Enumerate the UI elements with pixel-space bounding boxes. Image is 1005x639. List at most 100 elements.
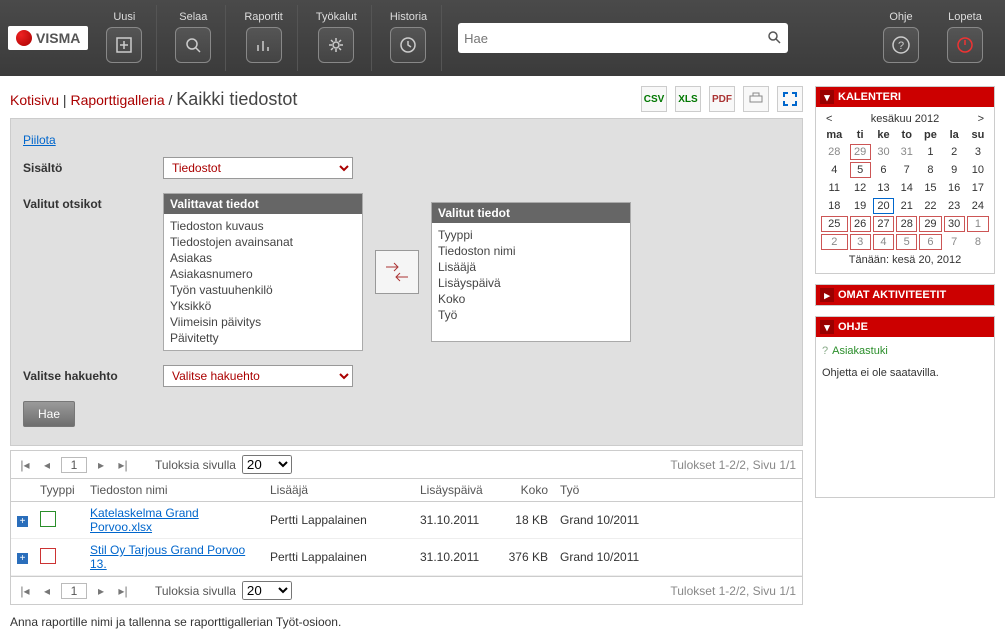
list-item[interactable]: Yksikkö (170, 298, 356, 314)
cal-day[interactable]: 28 (820, 143, 849, 161)
cal-day[interactable]: 29 (918, 215, 942, 233)
nav-tools[interactable]: Työkalut (302, 5, 372, 71)
nav-quit[interactable]: Lopeta (933, 5, 997, 71)
cal-prev[interactable]: < (826, 113, 832, 125)
list-item[interactable]: Työn vastuuhenkilö (170, 282, 356, 298)
cal-day[interactable]: 1 (966, 215, 990, 233)
cal-today[interactable]: Tänään: kesä 20, 2012 (820, 251, 990, 269)
col-type[interactable]: Tyyppi (34, 479, 84, 502)
export-csv-icon[interactable]: CSV (641, 86, 667, 112)
search-input[interactable] (464, 31, 766, 46)
cal-day[interactable]: 18 (820, 197, 849, 215)
page-next-icon[interactable]: ▸ (93, 583, 109, 599)
cal-day[interactable]: 17 (966, 179, 990, 197)
cal-day[interactable]: 19 (849, 197, 872, 215)
list-item[interactable]: Asiakasnumero (170, 266, 356, 282)
search-button[interactable]: Hae (23, 401, 75, 427)
cal-day[interactable]: 10 (966, 161, 990, 179)
collapse-icon[interactable]: ▾ (820, 320, 834, 334)
cal-day[interactable]: 7 (943, 233, 966, 251)
list-item[interactable]: Lisääjä (438, 259, 624, 275)
cal-day[interactable]: 28 (895, 215, 918, 233)
page-last-icon[interactable]: ▸| (115, 583, 131, 599)
criteria-select[interactable]: Valitse hakuehto (163, 365, 353, 387)
cal-day[interactable]: 13 (872, 179, 895, 197)
cal-day[interactable]: 31 (895, 143, 918, 161)
page-last-icon[interactable]: ▸| (115, 457, 131, 473)
selected-list[interactable]: Valitut tiedot TyyppiTiedoston nimiLisää… (431, 202, 631, 342)
nav-browse[interactable]: Selaa (161, 5, 226, 71)
print-icon[interactable] (743, 86, 769, 112)
list-item[interactable]: Lisäyspäivä (438, 275, 624, 291)
cal-day[interactable]: 14 (895, 179, 918, 197)
cal-day[interactable]: 15 (918, 179, 942, 197)
cal-day[interactable]: 24 (966, 197, 990, 215)
cal-day[interactable]: 23 (943, 197, 966, 215)
cal-day[interactable]: 1 (918, 143, 942, 161)
export-pdf-icon[interactable]: PDF (709, 86, 735, 112)
page-first-icon[interactable]: |◂ (17, 583, 33, 599)
page-number[interactable]: 1 (61, 583, 87, 599)
page-first-icon[interactable]: |◂ (17, 457, 33, 473)
page-prev-icon[interactable]: ◂ (39, 457, 55, 473)
file-link[interactable]: Katelaskelma Grand Porvoo.xlsx (90, 506, 199, 534)
list-item[interactable]: Tiedoston kuvaus (170, 218, 356, 234)
cal-day[interactable]: 3 (849, 233, 872, 251)
nav-reports[interactable]: Raportit (230, 5, 298, 71)
cal-day[interactable]: 6 (872, 161, 895, 179)
col-size[interactable]: Koko (494, 479, 554, 502)
cal-next[interactable]: > (978, 113, 984, 125)
cal-day[interactable]: 4 (872, 233, 895, 251)
cal-day[interactable]: 8 (918, 161, 942, 179)
cal-day[interactable]: 25 (820, 215, 849, 233)
hide-link[interactable]: Piilota (23, 133, 56, 147)
crumb-gallery[interactable]: Raporttigalleria (70, 92, 164, 108)
cal-day[interactable]: 6 (918, 233, 942, 251)
cal-day[interactable]: 3 (966, 143, 990, 161)
list-item[interactable]: Tyyppi (438, 227, 624, 243)
search-go-icon[interactable] (766, 29, 782, 48)
cal-day[interactable]: 9 (943, 161, 966, 179)
collapse-icon[interactable]: ▾ (820, 90, 834, 104)
cal-day[interactable]: 26 (849, 215, 872, 233)
nav-help[interactable]: Ohje ? (869, 5, 933, 71)
cal-day[interactable]: 8 (966, 233, 990, 251)
cal-day[interactable]: 30 (943, 215, 966, 233)
expand-row-icon[interactable]: + (17, 553, 28, 564)
cal-day[interactable]: 20 (872, 197, 895, 215)
perpage-select[interactable]: 20 (242, 581, 292, 600)
fullscreen-icon[interactable] (777, 86, 803, 112)
list-item[interactable]: Tiedostojen avainsanat (170, 234, 356, 250)
col-job[interactable]: Työ (554, 479, 802, 502)
content-select[interactable]: Tiedostot (163, 157, 353, 179)
col-name[interactable]: Tiedoston nimi (84, 479, 264, 502)
nav-new[interactable]: Uusi (92, 5, 157, 71)
perpage-select[interactable]: 20 (242, 455, 292, 474)
crumb-home[interactable]: Kotisivu (10, 92, 59, 108)
list-item[interactable]: Päivitetty (170, 330, 356, 346)
cal-day[interactable]: 2 (820, 233, 849, 251)
page-prev-icon[interactable]: ◂ (39, 583, 55, 599)
cal-day[interactable]: 16 (943, 179, 966, 197)
brand-logo[interactable]: VISMA (8, 26, 88, 50)
swap-button[interactable] (375, 250, 419, 294)
nav-history[interactable]: Historia (376, 5, 442, 71)
cal-day[interactable]: 12 (849, 179, 872, 197)
file-link[interactable]: Stil Oy Tarjous Grand Porvoo 13. (90, 543, 245, 571)
list-item[interactable]: Koko (438, 291, 624, 307)
cal-day[interactable]: 5 (849, 161, 872, 179)
support-link[interactable]: Asiakastuki (832, 345, 888, 357)
list-item[interactable]: Työ (438, 307, 624, 323)
cal-day[interactable]: 11 (820, 179, 849, 197)
cal-day[interactable]: 5 (895, 233, 918, 251)
expand-row-icon[interactable]: + (17, 516, 28, 527)
cal-day[interactable]: 4 (820, 161, 849, 179)
cal-day[interactable]: 29 (849, 143, 872, 161)
list-item[interactable]: Asiakas (170, 250, 356, 266)
page-next-icon[interactable]: ▸ (93, 457, 109, 473)
cal-day[interactable]: 7 (895, 161, 918, 179)
export-xls-icon[interactable]: XLS (675, 86, 701, 112)
cal-day[interactable]: 22 (918, 197, 942, 215)
available-list[interactable]: Valittavat tiedot Tiedoston kuvausTiedos… (163, 193, 363, 351)
expand-icon[interactable]: ▸ (820, 288, 834, 302)
